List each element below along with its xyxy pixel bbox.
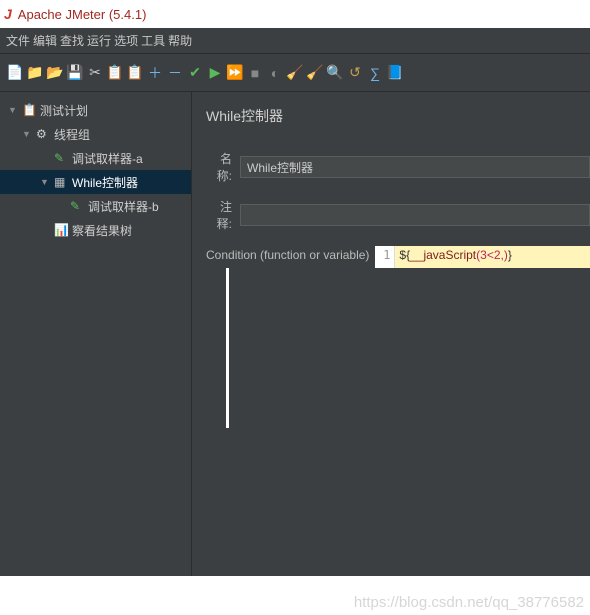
function-helper-icon[interactable]: ∑ [366,62,384,84]
code-area[interactable] [226,268,590,428]
tree-item-while-controller[interactable]: ▼ ▦ While控制器 [0,170,191,194]
start-no-timers-icon[interactable]: ⏩ [226,62,244,84]
tree-item-icon: ▦ [54,175,68,189]
tree-thread-group[interactable]: ▼ ⚙ 线程组 [0,122,191,146]
cut-icon[interactable]: ✂ [86,62,104,84]
tree-item-sampler-b[interactable]: ✎ 调试取样器-b [0,194,191,218]
name-input[interactable] [240,156,590,178]
menu-item[interactable]: 帮助 [168,32,192,49]
start-icon[interactable]: ▶ [206,62,224,84]
chevron-down-icon[interactable]: ▼ [8,105,18,115]
tree-item-icon: 📊 [54,223,68,237]
new-icon[interactable]: 📄 [6,62,24,84]
menu-item[interactable]: 编辑 [33,32,57,49]
tree-item-icon: ✎ [54,151,68,165]
condition-editor[interactable]: 1 ${__javaScript(3<2,)} [375,246,590,268]
titlebar: J Apache JMeter (5.4.1) [0,0,590,28]
search-icon[interactable]: 🔍 [326,62,344,84]
app-window: 文件编辑查找运行选项工具帮助 📄📁📂💾✂📋📋＋－✔▶⏩■◐🧹🧹🔍↺∑📘 ▼ 📋 … [0,28,590,576]
tree-item-label: 调试取样器-a [72,150,143,167]
menu-item[interactable]: 选项 [114,32,138,49]
comment-label: 注释: [206,198,232,232]
chevron-down-icon[interactable]: ▼ [40,177,50,187]
toggle-icon[interactable]: ✔ [186,62,204,84]
menu-item[interactable]: 工具 [141,32,165,49]
expand-icon[interactable]: ＋ [146,62,164,84]
collapse-icon[interactable]: － [166,62,184,84]
code-prefix: ${ [399,248,410,262]
tree-panel: ▼ 📋 测试计划 ▼ ⚙ 线程组 ✎ 调试取样器-a ▼ ▦ While控制器 ✎ 调试取样… [0,92,192,576]
tree-item-sampler-a[interactable]: ✎ 调试取样器-a [0,146,191,170]
toolbar: 📄📁📂💾✂📋📋＋－✔▶⏩■◐🧹🧹🔍↺∑📘 [0,54,590,92]
menubar[interactable]: 文件编辑查找运行选项工具帮助 [0,28,590,54]
window-title: Apache JMeter (5.4.1) [18,7,147,22]
shutdown-icon[interactable]: ◐ [266,62,284,84]
paste-icon[interactable]: 📋 [126,62,144,84]
tree-root-test-plan[interactable]: ▼ 📋 测试计划 [0,98,191,122]
clear-all-icon[interactable]: 🧹 [306,62,324,84]
tree-item-label: 察看结果树 [72,222,132,239]
app-logo: J [4,6,12,22]
tree-label: 线程组 [54,126,90,143]
app-body: ▼ 📋 测试计划 ▼ ⚙ 线程组 ✎ 调试取样器-a ▼ ▦ While控制器 ✎ 调试取样… [0,92,590,576]
gear-icon: ⚙ [36,127,50,141]
menu-item[interactable]: 查找 [60,32,84,49]
tree-item-label: While控制器 [72,174,138,191]
beaker-icon: 📋 [22,103,36,117]
tree-label: 测试计划 [40,102,88,119]
chevron-down-icon[interactable]: ▼ [22,129,32,139]
name-label: 名称: [206,150,232,184]
templates-icon[interactable]: 📁 [26,62,44,84]
open-icon[interactable]: 📂 [46,62,64,84]
code-suffix: } [508,248,512,262]
name-field-row: 名称: [206,150,590,184]
tree-item-icon: ✎ [70,199,84,213]
help-icon[interactable]: 📘 [386,62,404,84]
stop-icon[interactable]: ■ [246,62,264,84]
menu-item[interactable]: 运行 [87,32,111,49]
comment-field-row: 注释: [206,198,590,232]
save-icon[interactable]: 💾 [66,62,84,84]
code-line[interactable]: ${__javaScript(3<2,)} [395,246,590,268]
tree-item-view-results-tree[interactable]: 📊 察看结果树 [0,218,191,242]
panel-title: While控制器 [206,106,590,126]
code-function: __javaScript [410,248,476,262]
clear-icon[interactable]: 🧹 [286,62,304,84]
watermark: https://blog.csdn.net/qq_38776582 [354,594,584,611]
code-args: (3<2,) [476,248,508,262]
condition-row: Condition (function or variable) 1 ${__j… [206,246,590,268]
condition-label: Condition (function or variable) [206,246,369,268]
reset-search-icon[interactable]: ↺ [346,62,364,84]
comment-input[interactable] [240,204,590,226]
copy-icon[interactable]: 📋 [106,62,124,84]
tree-item-label: 调试取样器-b [88,198,159,215]
menu-item[interactable]: 文件 [6,32,30,49]
line-number: 1 [375,246,395,268]
editor-panel: While控制器 名称: 注释: Condition (function or … [192,92,590,576]
